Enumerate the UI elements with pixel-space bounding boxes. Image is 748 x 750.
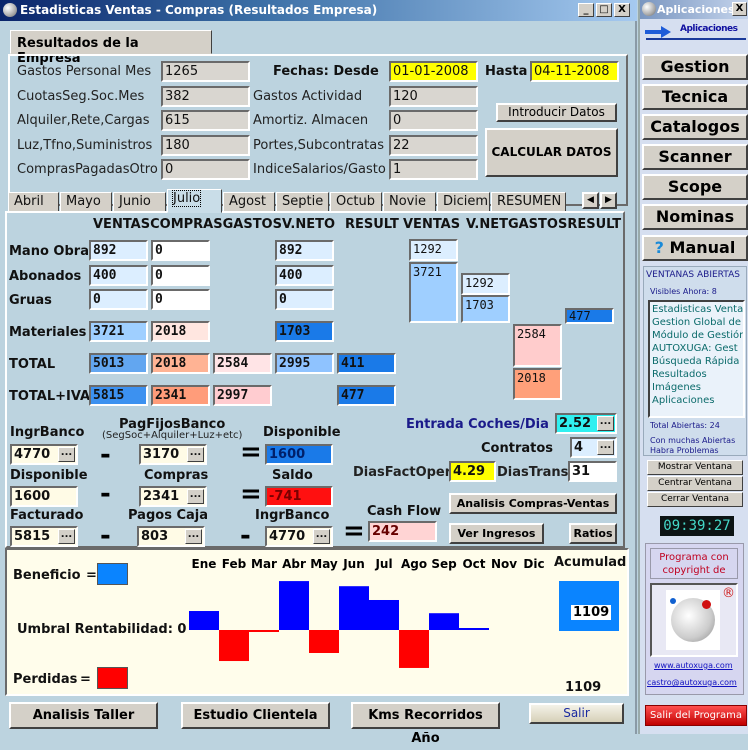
warning-text: Con muchas Abiertas Habra Problemas [650, 436, 736, 455]
catalogos-button[interactable]: Catalogos [642, 114, 748, 140]
tab-julio[interactable]: Julio [167, 189, 222, 213]
website-link[interactable]: www.autoxuga.com [654, 661, 733, 670]
chart-bar-ene [189, 611, 219, 630]
chart-bar-oct [459, 628, 489, 630]
scope-button[interactable]: Scope [642, 174, 748, 200]
mostrar-ventana-button[interactable]: Mostrar Ventana [647, 460, 743, 475]
chart-bar-jul [369, 599, 399, 630]
manual-button[interactable]: ? Manual [642, 235, 748, 261]
salir-programa-button[interactable]: Salir del Programa [645, 705, 747, 726]
month-tick-label: Jun [342, 557, 365, 571]
scanner-button[interactable]: Scanner [642, 144, 748, 170]
autoxuga-logo [666, 590, 720, 650]
window-list-item[interactable]: Módulo de Gestión [652, 329, 743, 342]
window-list-item[interactable]: Resultados [652, 368, 741, 381]
copyright-text: Programa con copyright de [650, 548, 738, 579]
registered-icon: ® [722, 586, 735, 601]
apps-close-button[interactable]: X [732, 2, 747, 16]
gestion-button[interactable]: Gestion [642, 54, 748, 80]
window-list-item[interactable]: Estadisticas Ventas [652, 303, 743, 316]
month-tick-label: Abr [282, 557, 306, 571]
month-tick-label: Dic [523, 557, 544, 571]
month-tick-label: Jul [374, 557, 392, 571]
nominas-button[interactable]: Nominas [642, 204, 748, 230]
open-windows-title: VENTANAS ABIERTAS [646, 270, 740, 280]
month-tick-label: Ene [192, 557, 217, 571]
open-windows-list[interactable]: Estadisticas Ventas Gestion Global de T … [648, 300, 745, 418]
window-list-item[interactable]: AUTOXUGA: Gest [652, 342, 741, 355]
chart-bar-may [309, 630, 339, 653]
clock-display: 09:39:27 [660, 516, 734, 536]
month-tick-label: Mar [251, 557, 277, 571]
month-tick-label: May [310, 557, 338, 571]
estudio-clientela-button[interactable]: Estudio Clientela [181, 702, 330, 729]
chart-bar-mar [249, 630, 279, 632]
window-list-item[interactable]: Búsqueda Rápida [652, 355, 741, 368]
window-list-item[interactable]: Gestion Global de T [652, 316, 743, 329]
visibles-label: Visibles Ahora: 8 [650, 287, 717, 296]
aplicaciones-link[interactable]: Aplicaciones [680, 24, 738, 34]
monthly-result-chart: Ene Feb Mar Abr May Jun Jul Ago Sep Oct Nov Dic [189, 557, 545, 668]
chart-bar-ago [399, 630, 429, 668]
window-list-item[interactable]: Aplicaciones [652, 394, 741, 407]
tecnica-button[interactable]: Tecnica [642, 84, 748, 110]
app-icon [642, 2, 656, 16]
chart-bar-sep [429, 613, 459, 630]
total-abiertas: Total Abiertas: 24 [650, 421, 720, 430]
help-icon: ? [654, 238, 664, 257]
salir-button[interactable]: Salir [529, 703, 624, 724]
chart-bar-abr [279, 581, 309, 630]
window-list-item[interactable]: Imágenes [652, 381, 741, 394]
chart-bar-jun [339, 586, 369, 630]
centrar-ventana-button[interactable]: Centrar Ventana [647, 476, 743, 491]
month-tick-label: Feb [222, 557, 247, 571]
apps-title-bar[interactable]: Aplicaciones X [640, 0, 748, 19]
analisis-taller-button[interactable]: Analisis Taller [9, 702, 158, 729]
divider [646, 38, 746, 40]
month-tick-label: Oct [462, 557, 485, 571]
month-tick-label: Nov [491, 557, 517, 571]
kms-recorridos-button[interactable]: Kms Recorridos Año [351, 702, 500, 746]
apps-title: Aplicaciones [657, 3, 735, 16]
cerrar-ventana-button[interactable]: Cerrar Ventana [647, 492, 743, 507]
month-tick-label: Ago [401, 557, 427, 571]
arrow-right-icon [645, 23, 671, 38]
manual-label: Manual [669, 238, 736, 257]
tab-julio-label: Julio [171, 190, 202, 207]
email-link[interactable]: castro@autoxuga.com [647, 678, 737, 687]
logo-frame: ® [650, 583, 738, 657]
chart-bar-feb [219, 630, 249, 662]
month-tick-label: Sep [431, 557, 457, 571]
applications-panel: Aplicaciones X Aplicaciones Gestion Tecn… [638, 0, 748, 734]
